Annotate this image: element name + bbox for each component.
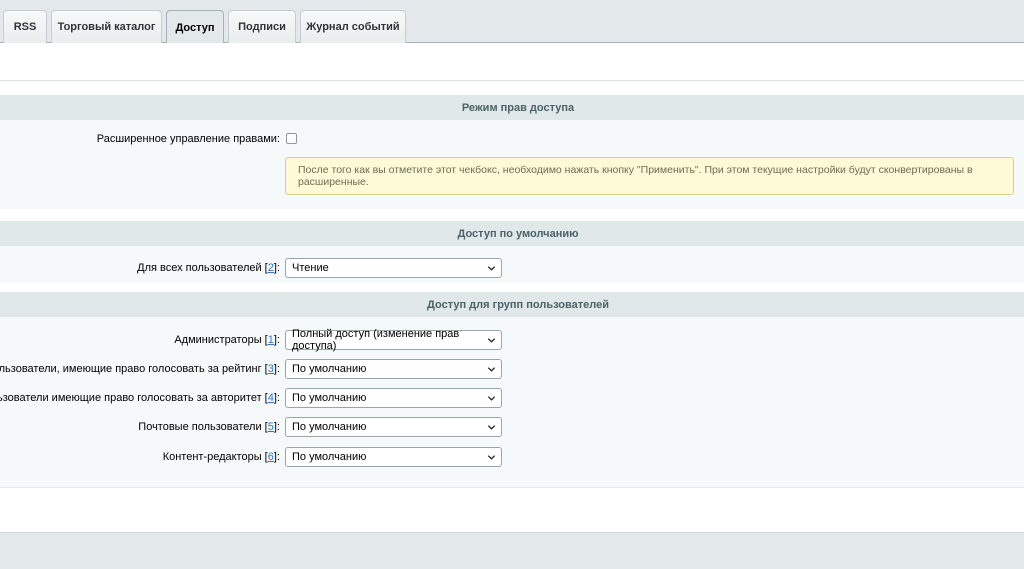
chevron-down-icon bbox=[487, 396, 496, 401]
spacer bbox=[0, 283, 1024, 292]
row-extended-rights: Расширенное управление правами: bbox=[0, 128, 1024, 150]
row-all-users: Для всех пользователей [2]: Чтение bbox=[0, 257, 1024, 279]
group-label: Администраторы [1]: bbox=[174, 334, 280, 346]
group-label: Контент-редакторы [6]: bbox=[162, 451, 280, 463]
tab-label: Торговый каталог bbox=[57, 21, 156, 33]
tab-event-log[interactable]: Журнал событий bbox=[300, 10, 406, 43]
ref-link[interactable]: 1 bbox=[268, 334, 274, 346]
bottom-spacer bbox=[0, 487, 1024, 532]
group-label: Пользователи, имеющие право голосовать з… bbox=[0, 363, 280, 375]
chevron-down-icon bbox=[487, 266, 496, 271]
tab-bar: RSS Торговый каталог Доступ Подписи Журн… bbox=[0, 0, 1024, 44]
ref-link[interactable]: 6 bbox=[268, 451, 274, 463]
row-group-rating-voters: Пользователи, имеющие право голосовать з… bbox=[0, 358, 1024, 380]
button-bar bbox=[0, 532, 1024, 569]
spacer bbox=[0, 209, 1024, 221]
chevron-down-icon bbox=[487, 455, 496, 460]
group-access-select[interactable]: По умолчанию bbox=[285, 417, 502, 437]
row-group-admins: Администраторы [1]: Полный доступ (измен… bbox=[0, 328, 1024, 352]
ref-link[interactable]: 4 bbox=[268, 392, 274, 404]
group-label: Почтовые пользователи [5]: bbox=[138, 421, 280, 433]
group-access-select[interactable]: Полный доступ (изменение прав доступа) bbox=[285, 328, 502, 352]
row-group-content-editors: Контент-редакторы [6]: По умолчанию bbox=[0, 446, 1024, 468]
row-group-authority-voters: Пользователи имеющие право голосовать за… bbox=[0, 387, 1024, 409]
group-access-select[interactable]: По умолчанию bbox=[285, 447, 502, 467]
group-label: Пользователи имеющие право голосовать за… bbox=[0, 392, 280, 404]
group-access-select[interactable]: По умолчанию bbox=[285, 388, 502, 408]
tab-label: Подписи bbox=[238, 21, 286, 33]
tab-rss[interactable]: RSS bbox=[3, 10, 47, 43]
section-groups-access-header: Доступ для групп пользователей bbox=[0, 292, 1024, 317]
section-title: Режим прав доступа bbox=[461, 101, 575, 114]
section-access-mode-header: Режим прав доступа bbox=[0, 95, 1024, 120]
ref-link[interactable]: 2 bbox=[268, 262, 274, 274]
all-users-select[interactable]: Чтение bbox=[285, 258, 502, 278]
spacer bbox=[0, 82, 1024, 95]
tab-trade-catalog[interactable]: Торговый каталог bbox=[51, 10, 162, 43]
tab-label: Доступ bbox=[175, 21, 215, 34]
toolbar-area bbox=[0, 43, 1024, 81]
ref-link[interactable]: 5 bbox=[268, 421, 274, 433]
access-panel: Режим прав доступа Расширенное управлени… bbox=[0, 43, 1024, 532]
tab-access[interactable]: Доступ bbox=[166, 10, 224, 44]
tab-label: Журнал событий bbox=[306, 21, 400, 33]
notice-message: После того как вы отметите этот чекбокс,… bbox=[285, 157, 1014, 195]
chevron-down-icon bbox=[487, 425, 496, 430]
extended-rights-label: Расширенное управление правами: bbox=[96, 133, 280, 145]
section-default-access-header: Доступ по умолчанию bbox=[0, 221, 1024, 246]
section-title: Доступ для групп пользователей bbox=[427, 298, 609, 311]
chevron-down-icon bbox=[487, 367, 496, 372]
group-access-select[interactable]: По умолчанию bbox=[285, 359, 502, 379]
chevron-down-icon bbox=[487, 338, 496, 343]
section-title: Доступ по умолчанию bbox=[457, 227, 579, 240]
tab-label: RSS bbox=[13, 21, 37, 33]
extended-rights-checkbox[interactable] bbox=[286, 133, 297, 144]
all-users-label: Для всех пользователей [2]: bbox=[137, 262, 280, 274]
tab-signatures[interactable]: Подписи bbox=[228, 10, 296, 43]
notice-text: После того как вы отметите этот чекбокс,… bbox=[298, 164, 973, 188]
row-group-mail-users: Почтовые пользователи [5]: По умолчанию bbox=[0, 416, 1024, 438]
ref-link[interactable]: 3 bbox=[268, 363, 274, 375]
